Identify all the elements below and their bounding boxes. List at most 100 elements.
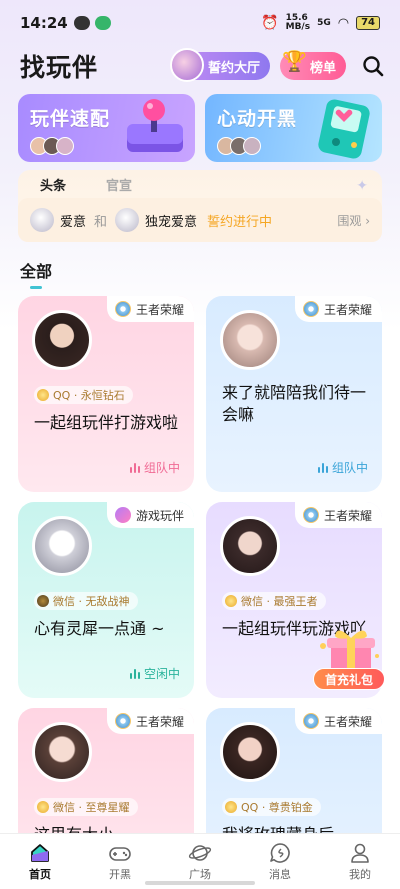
network-speed: 15.6 MB/s — [285, 13, 311, 32]
bottom-tab-bar: 首页 开黑 广场 消息 我的 — [0, 833, 400, 889]
network-type: 5G — [317, 18, 331, 28]
avatar[interactable] — [32, 516, 92, 576]
headline-tabs: 头条 官宣 ✦ — [18, 170, 382, 194]
gift-label: 首充礼包 — [313, 668, 385, 690]
first-recharge-gift-button[interactable]: 首充礼包 — [313, 626, 385, 690]
search-icon — [363, 56, 384, 77]
team-up-banner[interactable]: 心动开黑 — [205, 94, 382, 162]
rank-coin-icon — [37, 389, 49, 401]
game-tag: 王者荣耀 — [106, 296, 194, 322]
game-name: 王者荣耀 — [323, 508, 372, 523]
search-button[interactable] — [360, 53, 386, 79]
platform-label: 微信 · 至尊星耀 — [53, 801, 130, 814]
honor-of-kings-icon — [302, 507, 319, 523]
page-title: 找玩伴 — [20, 53, 99, 82]
news-status: 誓约进行中 — [207, 214, 273, 230]
buddy-card[interactable]: 王者荣耀 来了就陪陪我们待一会嘛 组队中 — [206, 296, 382, 492]
buddy-card[interactable]: 王者荣耀 QQ · 永恒钻石 一起组玩伴打游戏啦 组队中 — [18, 296, 194, 492]
chevron-right-icon: › — [365, 213, 370, 228]
game-tag: 王者荣耀 — [106, 708, 194, 734]
avatar[interactable] — [32, 310, 92, 370]
rank-coin-icon — [37, 595, 49, 607]
tab-headline[interactable]: 头条 — [40, 175, 66, 194]
honor-of-kings-icon — [302, 301, 319, 317]
game-tag: 王者荣耀 — [294, 502, 382, 528]
card-message: 一起组玩伴打游戏啦 — [34, 413, 179, 432]
platform-badge: 微信 · 最强王者 — [222, 592, 326, 610]
home-indicator — [145, 881, 255, 885]
status-label: 组队中 — [331, 461, 368, 475]
tab-home[interactable]: 首页 — [0, 834, 80, 889]
game-name: 王者荣耀 — [323, 302, 372, 317]
oath-news-item[interactable]: 爱意 和 独宠爱意 誓约进行中 围观 › — [18, 198, 382, 242]
profile-icon — [351, 843, 369, 863]
avatar — [115, 208, 140, 232]
avatar[interactable] — [32, 722, 92, 782]
rank-coin-icon — [225, 801, 237, 813]
oath-hall-button[interactable]: 誓约大厅 — [169, 48, 270, 82]
platform-badge: QQ · 尊贵铂金 — [222, 798, 321, 816]
planet-icon — [188, 844, 212, 861]
news-user-a: 爱意 — [60, 214, 87, 230]
tab-label: 我的 — [349, 867, 371, 881]
rank-coin-icon — [37, 801, 49, 813]
home-icon — [31, 843, 49, 862]
watch-label: 围观 — [337, 213, 362, 228]
status-time: 14:24 — [20, 14, 68, 32]
rank-coin-icon — [225, 595, 237, 607]
platform-label: 微信 · 无敌战神 — [53, 595, 130, 608]
sound-bars-icon — [129, 668, 140, 679]
game-name: 王者荣耀 — [323, 714, 372, 729]
tab-profile[interactable]: 我的 — [320, 834, 400, 889]
platform-label: QQ · 永恒钻石 — [53, 389, 125, 402]
game-tag: 游戏玩伴 — [106, 502, 194, 528]
avatar[interactable] — [220, 310, 280, 370]
game-tag: 王者荣耀 — [294, 708, 382, 734]
status-indicator: 空闲中 — [129, 665, 180, 682]
news-user-b: 独宠爱意 — [145, 214, 198, 230]
tab-official[interactable]: 官宣 — [106, 175, 132, 194]
card-message: 来了就陪陪我们待一会嘛 — [222, 383, 367, 424]
game-tag: 王者荣耀 — [294, 296, 382, 322]
status-label: 空闲中 — [143, 667, 180, 681]
trophy-icon: 🏆 — [281, 49, 307, 73]
game-name: 王者荣耀 — [135, 714, 184, 729]
platform-badge: QQ · 永恒钻石 — [34, 386, 133, 404]
avatar — [30, 208, 54, 232]
platform-label: 微信 · 最强王者 — [241, 595, 318, 608]
tab-label: 开黑 — [109, 867, 131, 881]
app-notification-icon — [94, 16, 111, 30]
game-name: 游戏玩伴 — [135, 508, 184, 523]
headline-panel: 头条 官宣 ✦ 爱意 和 独宠爱意 誓约进行中 围观 › — [18, 170, 382, 242]
gamepad-icon — [109, 846, 131, 861]
tab-label: 广场 — [189, 867, 211, 881]
platform-badge: 微信 · 无敌战神 — [34, 592, 138, 610]
battery-indicator: 74 — [356, 16, 380, 30]
chat-notification-icon — [73, 16, 90, 30]
news-conjunction: 和 — [94, 214, 108, 230]
ranking-label: 榜单 — [309, 60, 336, 76]
avatar[interactable] — [220, 722, 280, 782]
game-buddy-icon — [114, 507, 131, 523]
feature-banners: 玩伴速配 心动开黑 — [18, 94, 382, 162]
avatar[interactable] — [220, 516, 280, 576]
wifi-icon: ◠ — [337, 15, 350, 31]
section-all[interactable]: 全部 — [20, 258, 52, 289]
alarm-icon: ⏰ — [261, 15, 279, 31]
page-header: 找玩伴 誓约大厅 🏆 榜单 — [20, 46, 386, 86]
ranking-button[interactable]: 🏆 榜单 — [279, 49, 346, 80]
tab-label: 首页 — [29, 867, 51, 881]
quick-match-banner[interactable]: 玩伴速配 — [18, 94, 195, 162]
status-indicator: 组队中 — [317, 459, 368, 476]
hall-avatar — [169, 48, 204, 82]
section-underline — [30, 286, 42, 289]
watch-link[interactable]: 围观 › — [337, 212, 370, 229]
joystick-icon — [127, 99, 183, 152]
sound-bars-icon — [129, 462, 140, 473]
status-indicator: 组队中 — [129, 459, 180, 476]
buddy-card[interactable]: 游戏玩伴 微信 · 无敌战神 心有灵犀一点通 ~ 空闲中 — [18, 502, 194, 698]
section-title: 全部 — [20, 262, 53, 281]
status-bar: 14:24 ⏰ 15.6 MB/s 5G ◠ 74 — [0, 0, 400, 46]
platform-badge: 微信 · 至尊星耀 — [34, 798, 138, 816]
platform-label: QQ · 尊贵铂金 — [241, 801, 313, 814]
